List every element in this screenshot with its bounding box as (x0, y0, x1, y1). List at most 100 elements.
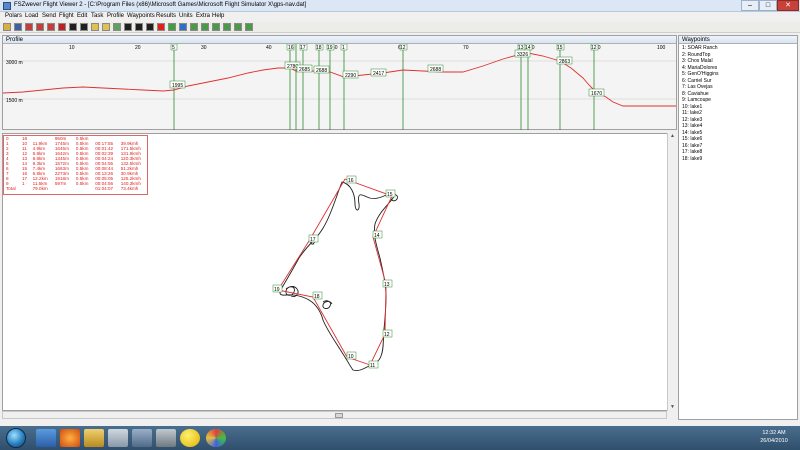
waypoint-item[interactable]: 18: lake9 (682, 156, 719, 163)
menu-flight[interactable]: Flight (59, 13, 74, 19)
svg-text:18: 18 (314, 294, 320, 300)
plane-icon[interactable] (47, 23, 55, 31)
menu-send[interactable]: Send (42, 13, 56, 19)
altitude-label-3000: 3000 m (6, 60, 23, 66)
results-cell (74, 186, 93, 191)
svg-text:2780: 2780 (287, 64, 298, 70)
waypoint-lines (173, 44, 595, 130)
open-icon[interactable] (113, 23, 121, 31)
disk-icon[interactable] (146, 23, 154, 31)
turnpoint-marker: 17 (308, 234, 319, 243)
svg-text:2863: 2863 (559, 59, 570, 65)
save-icon[interactable] (135, 23, 143, 31)
picasa-icon[interactable] (206, 429, 226, 447)
waypoints-panel: Waypoints 1: SOAR Ranch 2: RoundTop 3: Cho… (678, 35, 798, 420)
results-cell (53, 186, 74, 191)
window-icon[interactable] (234, 23, 242, 31)
turnpoint-marker: 19 (272, 284, 283, 293)
close-button[interactable]: ✕ (777, 0, 799, 11)
altitude-box: 2688 (427, 64, 444, 73)
maximize-button[interactable]: □ (759, 0, 777, 11)
profile-marker: 19 (326, 44, 335, 51)
smiley-icon[interactable] (180, 429, 200, 447)
profile-marker: 1 (340, 44, 348, 51)
open-icon[interactable] (3, 23, 11, 31)
window-icon[interactable] (245, 23, 253, 31)
turnpoint-marker: 16 (346, 175, 357, 184)
profile-grid (3, 60, 676, 100)
menu-task[interactable]: Task (91, 13, 103, 19)
map-vertical-scrollbar[interactable]: ▲ ▼ (667, 133, 676, 411)
waypoint-item[interactable]: 5: GenO'Higgins (682, 71, 719, 78)
fszweever-taskbar-icon[interactable] (108, 429, 128, 447)
svg-text:19: 19 (327, 45, 333, 51)
folder-icon[interactable] (91, 23, 99, 31)
title-bar: FSZwever Flight Viewer 2 - [C:\Program F… (0, 0, 800, 12)
scroll-down-icon[interactable]: ▼ (669, 404, 676, 411)
profile-marker: 16 (286, 44, 295, 51)
svg-text:18: 18 (316, 45, 322, 51)
altitude-box: 2688 (313, 65, 330, 74)
ie-icon[interactable] (36, 429, 56, 447)
menu-extra[interactable]: Extra (196, 13, 210, 19)
firefox-icon[interactable] (60, 429, 80, 447)
svg-text:16: 16 (348, 178, 354, 184)
clock-time[interactable]: 12:32 AM (754, 430, 794, 436)
delete-icon[interactable] (157, 23, 165, 31)
plane-icon[interactable] (168, 23, 176, 31)
profile-panel: Profile 10 20 30 40 50 60 70 80 90 100 3… (2, 35, 677, 130)
waypoints-list[interactable]: 1: SOAR Ranch 2: RoundTop 3: Chos Malal 4: … (682, 45, 719, 162)
map-horizontal-scrollbar[interactable] (2, 411, 667, 419)
turnpoint-marker: 11 (368, 360, 379, 369)
taskbar: 12:32 AM 26/04/2010 (0, 426, 800, 450)
menu-polars[interactable]: Polars (5, 13, 22, 19)
results-table: 0 18 950m 0.5km 1 10 11.9km 1745m 0.5km 00:17:55 3… (3, 135, 148, 195)
results-cell: Total (6, 186, 16, 191)
svg-text:3326: 3326 (517, 52, 528, 58)
record-icon[interactable] (58, 23, 66, 31)
save-icon[interactable] (69, 23, 77, 31)
profile-header: Profile (3, 36, 676, 44)
altitude-box: 2863 (556, 56, 573, 65)
menu-help[interactable]: Help (212, 13, 224, 19)
profile-marker: 15 (556, 44, 565, 51)
folder-icon[interactable] (102, 23, 110, 31)
scroll-thumb[interactable] (335, 413, 343, 418)
menu-waypoints[interactable]: Waypoints (127, 13, 155, 19)
waypoint-item[interactable]: 1: SOAR Ranch (682, 45, 719, 52)
plane-icon[interactable] (179, 23, 187, 31)
flight-track (279, 181, 395, 371)
svg-text:17: 17 (310, 237, 316, 243)
menu-results[interactable]: Results (156, 13, 176, 19)
minimize-button[interactable]: – (741, 0, 759, 11)
svg-text:2688: 2688 (316, 68, 327, 74)
window-icon[interactable] (190, 23, 198, 31)
save-icon[interactable] (124, 23, 132, 31)
profile-marker: 17 (299, 44, 308, 51)
plane-icon[interactable] (25, 23, 33, 31)
turnpoint-marker: 18 (312, 291, 323, 300)
explorer-icon[interactable] (84, 429, 104, 447)
menu-profile[interactable]: Profile (107, 13, 124, 19)
plane-icon[interactable] (36, 23, 44, 31)
start-button[interactable] (6, 428, 26, 448)
results-cell: 79.0km (32, 186, 48, 191)
profile-marker: 12 (590, 44, 599, 51)
profile-marker: 12 (399, 44, 408, 51)
app-taskbar-icon[interactable] (132, 429, 152, 447)
menu-load[interactable]: Load (25, 13, 38, 19)
results-cell: 01:04:07 (95, 186, 114, 191)
window-icon[interactable] (201, 23, 209, 31)
disk-icon[interactable] (80, 23, 88, 31)
app-icon (3, 2, 11, 10)
tick-10: 10 (69, 45, 75, 51)
shield-icon[interactable] (156, 429, 176, 447)
save-icon[interactable] (14, 23, 22, 31)
menu-units[interactable]: Units (179, 13, 193, 19)
system-tray: 12:32 AM 26/04/2010 (714, 426, 800, 450)
window-icon[interactable] (223, 23, 231, 31)
scroll-up-icon[interactable]: ▲ (669, 133, 676, 140)
menu-edit[interactable]: Edit (77, 13, 87, 19)
window-icon[interactable] (212, 23, 220, 31)
clock-date[interactable]: 26/04/2010 (754, 438, 794, 444)
